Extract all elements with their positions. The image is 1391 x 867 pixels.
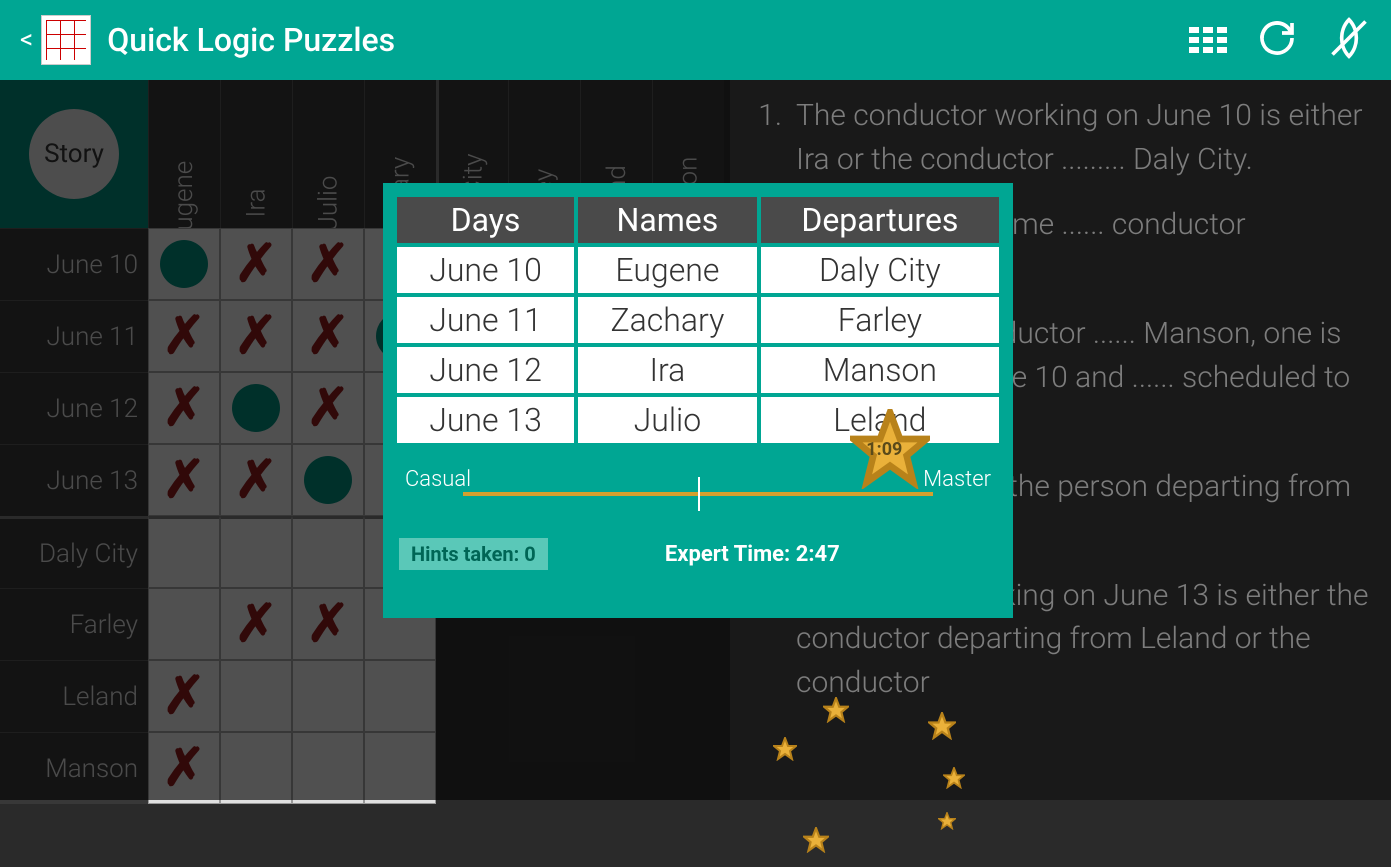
grid-cell[interactable]: ✗ [220,300,292,372]
solution-row: June 11ZacharyFarley [397,297,999,343]
refresh-icon[interactable] [1257,18,1297,62]
solution-modal: DaysNamesDepartures June 10EugeneDaly Ci… [383,183,1013,618]
grid-cell[interactable]: ✗ [220,588,292,660]
grid-cell[interactable]: ✗ [148,660,220,732]
solution-row: June 12IraManson [397,347,999,393]
solution-col-header: Names [578,197,757,243]
story-button[interactable]: Story [29,109,119,199]
progress-bar [463,492,933,496]
grid-cell[interactable]: ✗ [148,732,220,804]
grid-cell[interactable]: ✗ [148,300,220,372]
grid-cell[interactable] [220,660,292,732]
col-header: Eugene [148,80,220,228]
grid-cell[interactable]: ✗ [148,444,220,516]
expert-time: Expert Time: 2:47 [665,542,840,567]
solution-col-header: Departures [761,197,999,243]
grid-cell[interactable] [364,732,436,804]
grid-view-icon[interactable] [1189,27,1227,53]
hints-badge: Hints taken: 0 [399,538,548,570]
app-icon [41,15,91,65]
mute-icon[interactable] [1327,16,1371,64]
grid-cell[interactable] [292,732,364,804]
row-header: June 10 [0,228,148,300]
app-header: < Quick Logic Puzzles [0,0,1391,80]
grid-cell[interactable]: ✗ [220,228,292,300]
grid-cell[interactable]: ✗ [292,588,364,660]
grid-cell[interactable] [148,588,220,660]
grid-cell[interactable] [292,516,364,588]
row-header: June 11 [0,300,148,372]
grid-cell[interactable]: ✗ [292,372,364,444]
row-header: Farley [0,588,148,660]
row-header: Manson [0,732,148,804]
row-header: June 12 [0,372,148,444]
grid-cell[interactable]: ✗ [220,444,292,516]
grid-cell[interactable] [220,732,292,804]
grid-cell[interactable]: ✗ [292,228,364,300]
grid-cell[interactable]: ✗ [292,300,364,372]
progress-left-label: Casual [405,467,471,492]
grid-cell[interactable] [220,372,292,444]
grid-cell[interactable] [364,660,436,732]
grid-cell[interactable] [220,516,292,588]
clue-item: 1.The conductor working on June 10 is ei… [748,94,1373,181]
progress-right-label: Master [923,467,991,492]
solution-col-header: Days [397,197,574,243]
grid-cell[interactable] [148,228,220,300]
row-header: Leland [0,660,148,732]
completion-time: 1:09 [866,439,902,460]
row-header: June 13 [0,444,148,516]
col-header: Ira [220,80,292,228]
col-header: Julio [292,80,364,228]
back-button[interactable]: < [20,25,33,55]
row-header: Daly City [0,516,148,588]
grid-cell[interactable]: ✗ [148,372,220,444]
grid-cell[interactable] [148,516,220,588]
grid-cell[interactable] [292,660,364,732]
app-title: Quick Logic Puzzles [107,21,1189,59]
corner-cell: Story [0,80,148,228]
grid-cell[interactable] [292,444,364,516]
solution-row: June 10EugeneDaly City [397,247,999,293]
